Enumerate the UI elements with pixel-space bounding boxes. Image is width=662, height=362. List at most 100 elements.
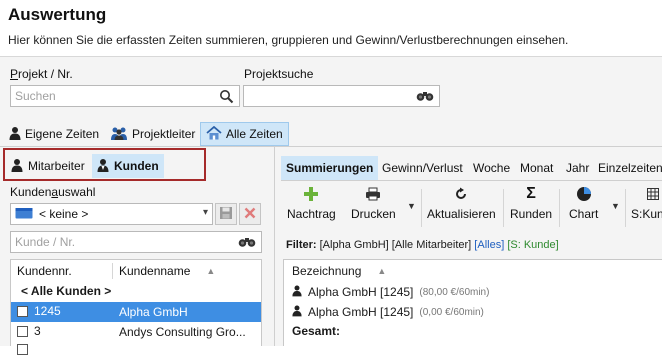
tab-woche[interactable]: Woche	[468, 156, 515, 180]
toolbar: Nachtrag Drucken ▼ Aktualisieren Σ Runde…	[281, 181, 662, 235]
save-icon	[219, 206, 233, 223]
customer-filter-placeholder: Kunde / Nr.	[15, 235, 76, 249]
folder-icon	[15, 207, 33, 222]
drucken-label: Drucken	[351, 207, 396, 221]
list-item-all-customers[interactable]: < Alle Kunden >	[11, 282, 261, 302]
refresh-icon	[454, 185, 468, 203]
filter-prefix: Filter:	[286, 239, 317, 251]
table-icon	[647, 185, 659, 203]
chart-button[interactable]: Chart	[569, 185, 598, 221]
filter-s-kunde: [S: Kunde]	[507, 239, 559, 251]
chart-label: Chart	[569, 207, 599, 221]
filter-alles-link[interactable]: [Alles]	[474, 239, 504, 251]
search-icon[interactable]	[219, 89, 234, 107]
panel-splitter[interactable]	[274, 147, 275, 346]
person-icon	[292, 284, 302, 300]
customer-nr: 1245	[34, 304, 61, 318]
column-header-bezeichnung[interactable]: Bezeichnung ▲	[292, 264, 386, 278]
toolbar-separator	[421, 189, 422, 227]
runden-label: Runden	[510, 207, 553, 221]
skunde-label: S:Kun	[631, 207, 662, 221]
column-header-kundennr[interactable]: Kundennr.	[17, 260, 72, 282]
nachtrag-label: Nachtrag	[287, 207, 336, 221]
project-search-placeholder: Suchen	[15, 89, 56, 103]
skunde-button[interactable]: S:Kun	[631, 185, 662, 221]
filter-text: [Alpha GmbH] [Alle Mitarbeiter]	[316, 239, 475, 251]
chart-dropdown-arrow[interactable]: ▼	[611, 201, 620, 211]
result-row-rate: (80,00 €/60min)	[419, 286, 490, 298]
result-row-rate: (0,00 €/60min)	[419, 306, 484, 318]
result-row-name: Alpha GmbH [1245]	[308, 285, 414, 299]
table-row-partial[interactable]	[11, 342, 261, 362]
sigma-icon: Σ	[526, 185, 536, 202]
customer-select-dropdown[interactable]: < keine > ▾	[10, 203, 213, 225]
table-row[interactable]: 1245 Alpha GmbH	[11, 302, 261, 322]
tab-jahr[interactable]: Jahr	[561, 156, 594, 180]
row-checkbox[interactable]	[17, 325, 28, 337]
toolbar-separator	[559, 189, 560, 227]
chevron-down-icon: ▾	[202, 207, 208, 218]
binoculars-icon[interactable]	[238, 236, 256, 251]
pie-chart-icon	[576, 185, 592, 203]
tab-summierungen[interactable]: Summierungen	[281, 156, 379, 180]
customer-select-value: < keine >	[39, 207, 89, 221]
toolbar-separator	[503, 189, 504, 227]
tab-projektleiter[interactable]: Projektleiter	[105, 122, 200, 146]
runden-button[interactable]: Σ Runden	[510, 185, 552, 221]
sort-ascending-icon: ▲	[206, 266, 216, 276]
result-total-label: Gesamt:	[292, 324, 341, 338]
all-customers-label: < Alle Kunden >	[21, 284, 112, 298]
tab-einzelzeiten[interactable]: Einzelzeiten	[593, 156, 662, 180]
tab-label: Eigene Zeiten	[25, 127, 100, 141]
projectsearch-input[interactable]	[243, 85, 440, 107]
person-icon	[292, 304, 302, 320]
save-filter-button[interactable]	[215, 203, 237, 225]
customer-nr: 3	[34, 324, 41, 338]
column-header-label: Bezeichnung	[292, 264, 362, 278]
people-group-icon	[110, 126, 128, 143]
result-total-row: Gesamt:	[292, 324, 340, 338]
aktualisieren-button[interactable]: Aktualisieren	[427, 185, 496, 221]
drucken-button[interactable]: Drucken	[351, 185, 396, 221]
aktualisieren-label: Aktualisieren	[427, 207, 496, 221]
sort-ascending-icon: ▲	[377, 266, 387, 276]
close-icon	[244, 207, 256, 222]
column-header-label: Kundenname	[119, 264, 191, 278]
page-subtitle: Hier können Sie die erfassten Zeiten sum…	[8, 33, 569, 47]
tab-label: Projektleiter	[132, 127, 196, 141]
row-checkbox[interactable]	[17, 305, 28, 317]
tab-alle-zeiten[interactable]: Alle Zeiten	[200, 122, 289, 146]
printer-icon	[365, 185, 381, 203]
tab-label: Alle Zeiten	[226, 127, 283, 141]
result-grid: Bezeichnung ▲ Alpha GmbH [1245] (80,00 €…	[283, 259, 662, 346]
result-row-name: Alpha GmbH [1245]	[308, 305, 414, 319]
project-search-input[interactable]: Suchen	[10, 85, 240, 107]
nachtrag-button[interactable]: Nachtrag	[287, 185, 336, 221]
column-header-kundenname[interactable]: Kundenname ▲	[119, 260, 215, 282]
table-row[interactable]: 3 Andys Consulting Gro...	[11, 322, 261, 342]
column-divider	[112, 263, 113, 279]
home-icon	[206, 125, 222, 143]
projectsearch-label: Projektsuche	[244, 67, 314, 81]
main-tabbar: Eigene Zeiten Projektleiter Alle Zeiten	[0, 122, 662, 146]
tab-eigene-zeiten[interactable]: Eigene Zeiten	[4, 122, 104, 146]
add-icon	[303, 185, 319, 203]
customer-name: Alpha GmbH	[119, 305, 188, 319]
tab-gewinn-verlust[interactable]: Gewinn/Verlust	[377, 156, 468, 180]
tab-monat[interactable]: Monat	[515, 156, 558, 180]
delete-filter-button[interactable]	[239, 203, 261, 225]
customer-filter-input[interactable]: Kunde / Nr.	[10, 231, 262, 253]
customer-table: Kundennr. Kundenname ▲ < Alle Kunden > 1…	[10, 259, 262, 355]
filter-line: Filter: [Alpha GmbH] [Alle Mitarbeiter] …	[286, 239, 559, 251]
drucken-dropdown-arrow[interactable]: ▼	[407, 201, 416, 211]
person-icon	[9, 126, 21, 143]
customer-name: Andys Consulting Gro...	[119, 325, 246, 339]
result-row[interactable]: Alpha GmbH [1245] (0,00 €/60min)	[292, 304, 484, 320]
project-label: Projekt / Nr.	[10, 67, 73, 81]
customer-select-label: Kundenauswahl	[10, 185, 96, 199]
result-row[interactable]: Alpha GmbH [1245] (80,00 €/60min)	[292, 284, 489, 300]
page-title: Auswertung	[8, 5, 107, 24]
binoculars-icon[interactable]	[416, 90, 434, 105]
toolbar-separator	[625, 189, 626, 227]
highlight-box	[3, 148, 206, 181]
